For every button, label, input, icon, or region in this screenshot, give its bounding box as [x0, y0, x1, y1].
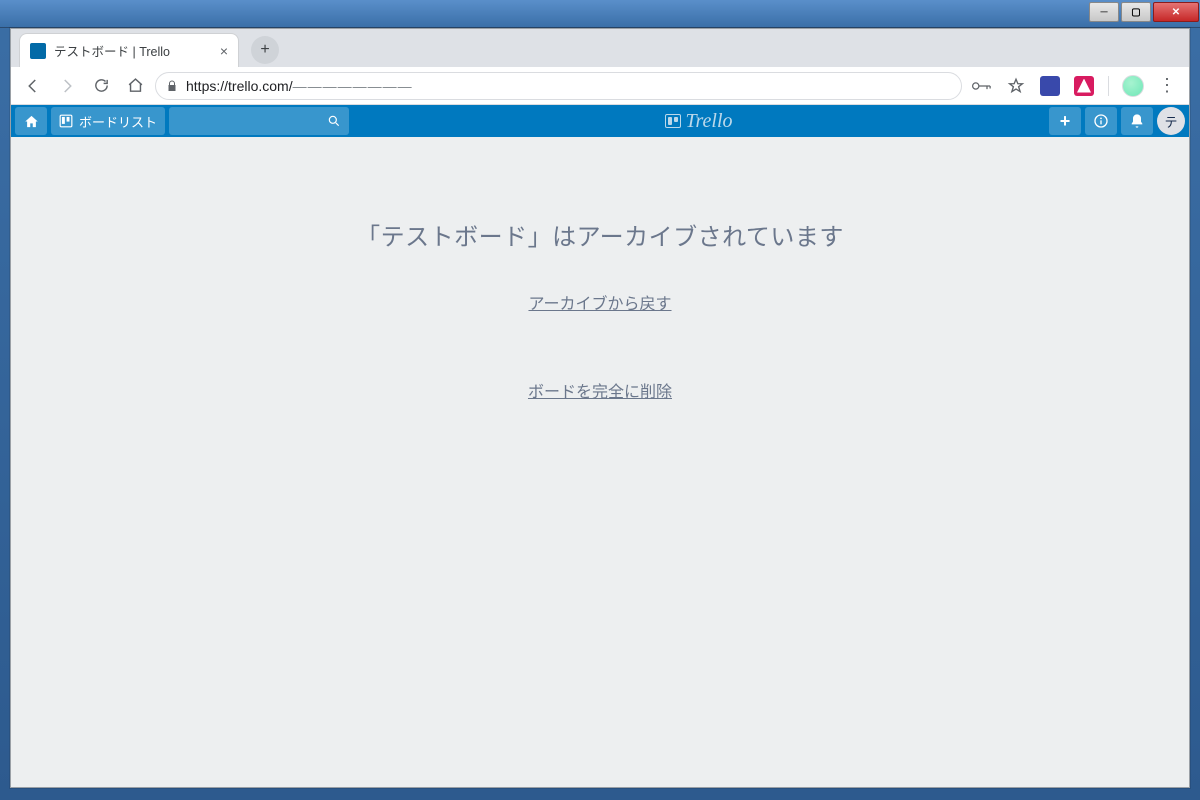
chrome-menu-button[interactable]: ⋮ [1153, 72, 1181, 100]
kebab-icon: ⋮ [1158, 75, 1176, 96]
boards-label: ボードリスト [79, 112, 157, 131]
back-button[interactable] [19, 72, 47, 100]
arrow-left-icon [24, 77, 42, 95]
password-key-icon[interactable] [968, 72, 996, 100]
boards-menu-button[interactable]: ボードリスト [51, 107, 165, 135]
profile-button[interactable] [1119, 72, 1147, 100]
trello-logo[interactable]: Trello [665, 110, 732, 133]
home-icon [127, 77, 144, 94]
notifications-button[interactable] [1121, 107, 1153, 135]
extension-1[interactable] [1036, 72, 1064, 100]
search-button[interactable] [169, 107, 349, 135]
forward-button[interactable] [53, 72, 81, 100]
info-button[interactable] [1085, 107, 1117, 135]
trello-logo-icon [665, 114, 681, 128]
trello-favicon-icon [30, 43, 46, 59]
trello-topnav: ボードリスト Trello + テ [11, 105, 1189, 137]
browser-window: テストボード | Trello × + https://trello.com/—… [10, 28, 1190, 788]
star-icon [1007, 77, 1025, 95]
reload-icon [93, 77, 110, 94]
browser-tab-active[interactable]: テストボード | Trello × [19, 33, 239, 67]
profile-avatar-icon [1122, 75, 1144, 97]
url-text: https://trello.com/———————— [186, 78, 413, 94]
house-icon [24, 114, 39, 129]
trello-logo-text: Trello [685, 110, 732, 133]
search-icon [327, 114, 341, 128]
os-titlebar: ─ ▢ ✕ [0, 0, 1200, 28]
tab-title: テストボード | Trello [54, 41, 212, 60]
tab-close-icon[interactable]: × [220, 43, 228, 59]
new-tab-button[interactable]: + [251, 36, 279, 64]
user-avatar[interactable]: テ [1157, 107, 1185, 135]
board-icon [59, 114, 73, 128]
browser-toolbar: https://trello.com/———————— ⋮ [11, 67, 1189, 105]
avatar-initial: テ [1164, 112, 1177, 131]
browser-tabstrip: テストボード | Trello × + [11, 29, 1189, 67]
main-content: 「テストボード」はアーカイブされています アーカイブから戻す ボードを完全に削除 [11, 137, 1189, 787]
extension-2[interactable] [1070, 72, 1098, 100]
bell-icon [1129, 113, 1145, 129]
home-button[interactable] [121, 72, 149, 100]
window-close-button[interactable]: ✕ [1153, 2, 1199, 22]
create-button[interactable]: + [1049, 107, 1081, 135]
lock-icon [166, 79, 178, 93]
divider [1108, 76, 1109, 96]
arrow-right-icon [58, 77, 76, 95]
extension-icon [1074, 76, 1094, 96]
reload-button[interactable] [87, 72, 115, 100]
info-icon [1093, 113, 1109, 129]
archived-heading: 「テストボード」はアーカイブされています [356, 217, 844, 252]
delete-board-link[interactable]: ボードを完全に削除 [528, 378, 672, 402]
extension-icon [1040, 76, 1060, 96]
restore-board-link[interactable]: アーカイブから戻す [528, 290, 671, 314]
window-minimize-button[interactable]: ─ [1089, 2, 1119, 22]
plus-icon: + [1060, 111, 1071, 132]
bookmark-star-button[interactable] [1002, 72, 1030, 100]
address-bar[interactable]: https://trello.com/———————— [155, 72, 962, 100]
trello-home-button[interactable] [15, 107, 47, 135]
window-maximize-button[interactable]: ▢ [1121, 2, 1151, 22]
